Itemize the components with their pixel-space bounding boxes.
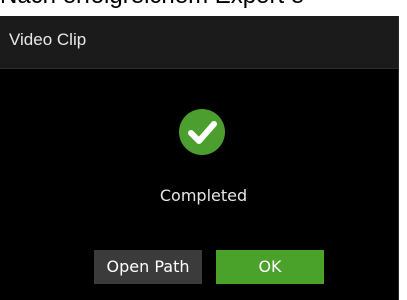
video-clip-dialog: Video Clip Completed Open Path OK [0,16,399,300]
dialog-titlebar[interactable]: Video Clip [0,16,398,69]
check-circle-icon [179,109,225,155]
page: Nach erfolgreichem Export e Video Clip C… [0,0,407,300]
dialog-title: Video Clip [9,30,87,49]
ok-button[interactable]: OK [216,250,324,284]
checkmark-icon [188,121,217,144]
background-caption: Nach erfolgreichem Export e [0,0,407,8]
open-path-button[interactable]: Open Path [94,250,202,284]
status-text: Completed [159,186,248,205]
